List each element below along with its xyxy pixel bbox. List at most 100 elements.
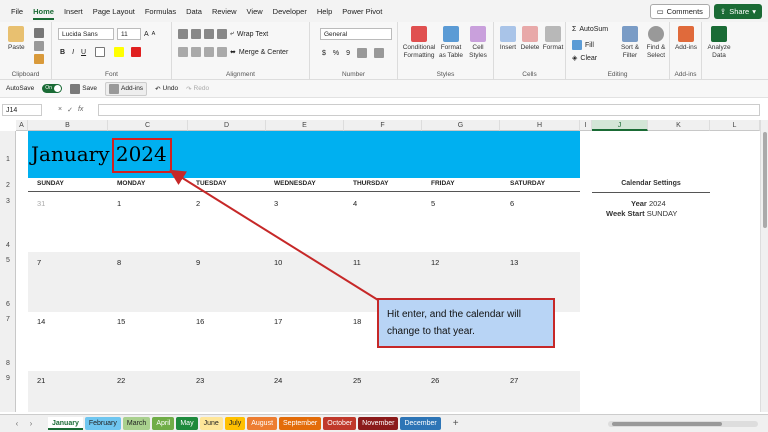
settings-year-value[interactable]: 2024 xyxy=(649,199,666,208)
day-cell[interactable]: 31 xyxy=(37,199,45,208)
sort-filter-button[interactable]: Sort & Filter xyxy=(618,26,642,60)
tab-power-pivot[interactable]: Power Pivot xyxy=(337,0,387,22)
tab-home[interactable]: Home xyxy=(28,0,59,22)
column-header-h[interactable]: H xyxy=(500,120,580,131)
day-cell[interactable]: 7 xyxy=(37,258,41,267)
column-header-i[interactable]: I xyxy=(580,120,592,131)
format-painter-icon[interactable] xyxy=(34,54,44,64)
redo-button[interactable]: ↷ Redo xyxy=(186,85,209,93)
day-cell[interactable]: 17 xyxy=(274,317,282,326)
column-header-l[interactable]: L xyxy=(710,120,760,131)
indent-icon[interactable] xyxy=(217,47,227,57)
add-sheet-button[interactable]: + xyxy=(453,418,459,429)
column-header-c[interactable]: C xyxy=(108,120,188,131)
find-select-button[interactable]: Find & Select xyxy=(644,26,668,60)
font-color-icon[interactable] xyxy=(131,47,142,57)
row-header-3[interactable]: 3 xyxy=(0,198,16,205)
row-header-2[interactable]: 2 xyxy=(0,182,16,189)
save-button[interactable]: Save xyxy=(70,83,97,94)
vertical-scroll-thumb[interactable] xyxy=(763,132,767,228)
merge-center-button[interactable]: Merge & Center xyxy=(239,49,288,56)
autosum-button[interactable]: AutoSum xyxy=(579,26,608,33)
sheet-tab-august[interactable]: August xyxy=(247,417,278,430)
day-cell[interactable]: 11 xyxy=(353,258,361,267)
day-cell[interactable]: 4 xyxy=(353,199,357,208)
day-cell[interactable]: 5 xyxy=(431,199,435,208)
undo-button[interactable]: ↶ Undo xyxy=(155,85,178,93)
sheet-tab-july[interactable]: July xyxy=(224,417,246,430)
currency-button[interactable]: $ xyxy=(322,50,326,57)
cell-styles-button[interactable]: Cell Styles xyxy=(466,26,490,60)
number-format-select[interactable]: General xyxy=(320,28,392,40)
conditional-formatting-button[interactable]: Conditional Formatting xyxy=(402,26,436,60)
format-cells-button[interactable]: Format xyxy=(542,26,564,52)
orientation-icon[interactable] xyxy=(217,29,227,39)
percent-button[interactable]: % xyxy=(333,50,339,57)
align-right-icon[interactable] xyxy=(204,47,214,57)
cut-icon[interactable] xyxy=(34,28,44,38)
underline-button[interactable]: U xyxy=(81,49,86,56)
day-cell[interactable]: 16 xyxy=(196,317,204,326)
day-cell[interactable]: 3 xyxy=(274,199,278,208)
quick-addins-button[interactable]: Add-ins xyxy=(105,81,148,96)
font-family-select[interactable]: Lucida Sans xyxy=(58,28,114,40)
align-center-icon[interactable] xyxy=(191,47,201,57)
horizontal-scroll-thumb[interactable] xyxy=(612,421,722,426)
day-cell[interactable]: 10 xyxy=(274,258,282,267)
day-cell[interactable]: 26 xyxy=(431,376,439,385)
row-header-9[interactable]: 9 xyxy=(0,375,16,382)
day-cell[interactable]: 2 xyxy=(196,199,200,208)
decrease-decimal-icon[interactable] xyxy=(374,48,385,58)
insert-cells-button[interactable]: Insert xyxy=(498,26,518,52)
column-header-e[interactable]: E xyxy=(266,120,344,131)
sheet-tab-june[interactable]: June xyxy=(199,417,223,430)
formula-input[interactable] xyxy=(98,104,760,116)
shrink-font-button[interactable]: A xyxy=(152,31,156,37)
confirm-entry-button[interactable]: ✓ xyxy=(67,106,73,114)
sheet-tab-february[interactable]: February xyxy=(84,417,121,430)
row-header-5[interactable]: 5 xyxy=(0,257,16,264)
row-header-8[interactable]: 8 xyxy=(0,360,16,367)
font-size-select[interactable]: 11 xyxy=(117,28,141,40)
copy-icon[interactable] xyxy=(34,41,44,51)
day-cell[interactable]: 12 xyxy=(431,258,439,267)
share-button[interactable]: ⇪ Share ▾ xyxy=(713,3,762,19)
italic-button[interactable]: I xyxy=(72,49,74,56)
day-cell[interactable]: 13 xyxy=(510,258,518,267)
clear-button[interactable]: Clear xyxy=(580,55,597,62)
day-cell[interactable]: 1 xyxy=(117,199,121,208)
tab-data[interactable]: Data xyxy=(181,0,207,22)
row-header-1[interactable]: 1 xyxy=(0,156,16,163)
delete-cells-button[interactable]: Delete xyxy=(520,26,540,52)
column-header-k[interactable]: K xyxy=(648,120,710,131)
next-sheet-icon[interactable]: › xyxy=(24,419,38,428)
insert-function-button[interactable]: fx xyxy=(78,106,83,114)
sheet-tab-may[interactable]: May xyxy=(176,417,198,430)
row-header-7[interactable]: 7 xyxy=(0,316,16,323)
sheet-tab-april[interactable]: April xyxy=(152,417,175,430)
horizontal-scrollbar[interactable] xyxy=(608,420,758,427)
bold-button[interactable]: B xyxy=(60,49,65,56)
row-header-6[interactable]: 6 xyxy=(0,301,16,308)
addins-button[interactable]: Add-ins xyxy=(674,26,698,52)
settings-week-value[interactable]: SUNDAY xyxy=(647,209,678,218)
vertical-scrollbar[interactable] xyxy=(760,120,768,412)
autosave-toggle[interactable]: On xyxy=(42,84,63,93)
tab-help[interactable]: Help xyxy=(312,0,337,22)
tab-view[interactable]: View xyxy=(242,0,268,22)
increase-decimal-icon[interactable] xyxy=(357,48,368,58)
grow-font-button[interactable]: A xyxy=(144,31,149,38)
day-cell[interactable]: 18 xyxy=(353,317,361,326)
align-left-icon[interactable] xyxy=(178,47,188,57)
day-cell[interactable]: 15 xyxy=(117,317,125,326)
comments-button[interactable]: ▭ Comments xyxy=(649,3,710,19)
sheet-tab-december[interactable]: December xyxy=(400,417,441,430)
column-header-d[interactable]: D xyxy=(188,120,266,131)
day-cell[interactable]: 21 xyxy=(37,376,45,385)
sheet-tab-january[interactable]: January xyxy=(48,417,83,430)
comma-button[interactable]: 9 xyxy=(346,50,350,57)
wrap-text-button[interactable]: Wrap Text xyxy=(237,31,268,38)
tab-review[interactable]: Review xyxy=(207,0,242,22)
day-cell[interactable]: 14 xyxy=(37,317,45,326)
tab-insert[interactable]: Insert xyxy=(59,0,88,22)
